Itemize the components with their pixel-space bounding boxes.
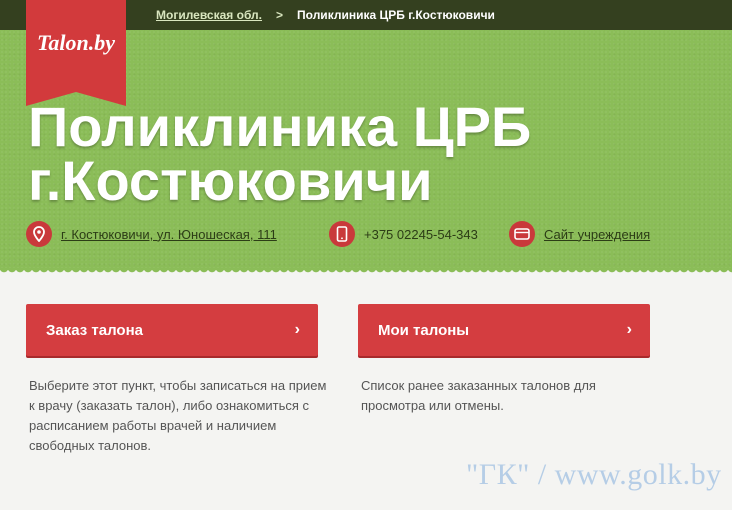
chevron-right-icon: › [626,321,632,338]
header-zigzag-edge [0,268,732,276]
order-ticket-button[interactable]: Заказ талона › [26,304,318,356]
website-link[interactable]: Сайт учреждения [544,227,650,242]
breadcrumb-separator: > [276,8,284,22]
address-link[interactable]: г. Костюковичи, ул. Юношеская, 111 [61,227,277,242]
map-pin-icon [26,221,52,247]
logo[interactable]: Talon.by [26,0,126,106]
breadcrumb: Могилевская обл. > Поликлиника ЦРБ г.Кос… [156,0,495,30]
page-title-line2: г.Костюковичи [28,149,433,212]
contact-website: Сайт учреждения [509,220,650,248]
my-tickets-description: Список ранее заказанных талонов для прос… [361,378,596,413]
watermark: "ГК" / www.golk.by [466,458,722,491]
contact-phone: +375 02245-54-343 [329,220,478,248]
my-tickets-button[interactable]: Мои талоны › [358,304,650,356]
contact-address: г. Костюковичи, ул. Юношеская, 111 [26,220,277,248]
breadcrumb-current: Поликлиника ЦРБ г.Костюковичи [297,8,495,22]
page-title: Поликлиника ЦРБ г.Костюковичи [28,99,708,209]
chevron-right-icon: › [294,321,300,338]
order-ticket-label: Заказ талона [46,321,143,339]
phone-number: +375 02245-54-343 [364,226,478,242]
browser-icon [509,221,535,247]
order-ticket-description: Выберите этот пункт, чтобы записаться на… [29,378,327,453]
logo-text: Talon.by [36,30,116,55]
breadcrumb-region-link[interactable]: Могилевская обл. [156,8,262,22]
my-tickets-label: Мои талоны [378,321,470,339]
phone-icon [329,221,355,247]
